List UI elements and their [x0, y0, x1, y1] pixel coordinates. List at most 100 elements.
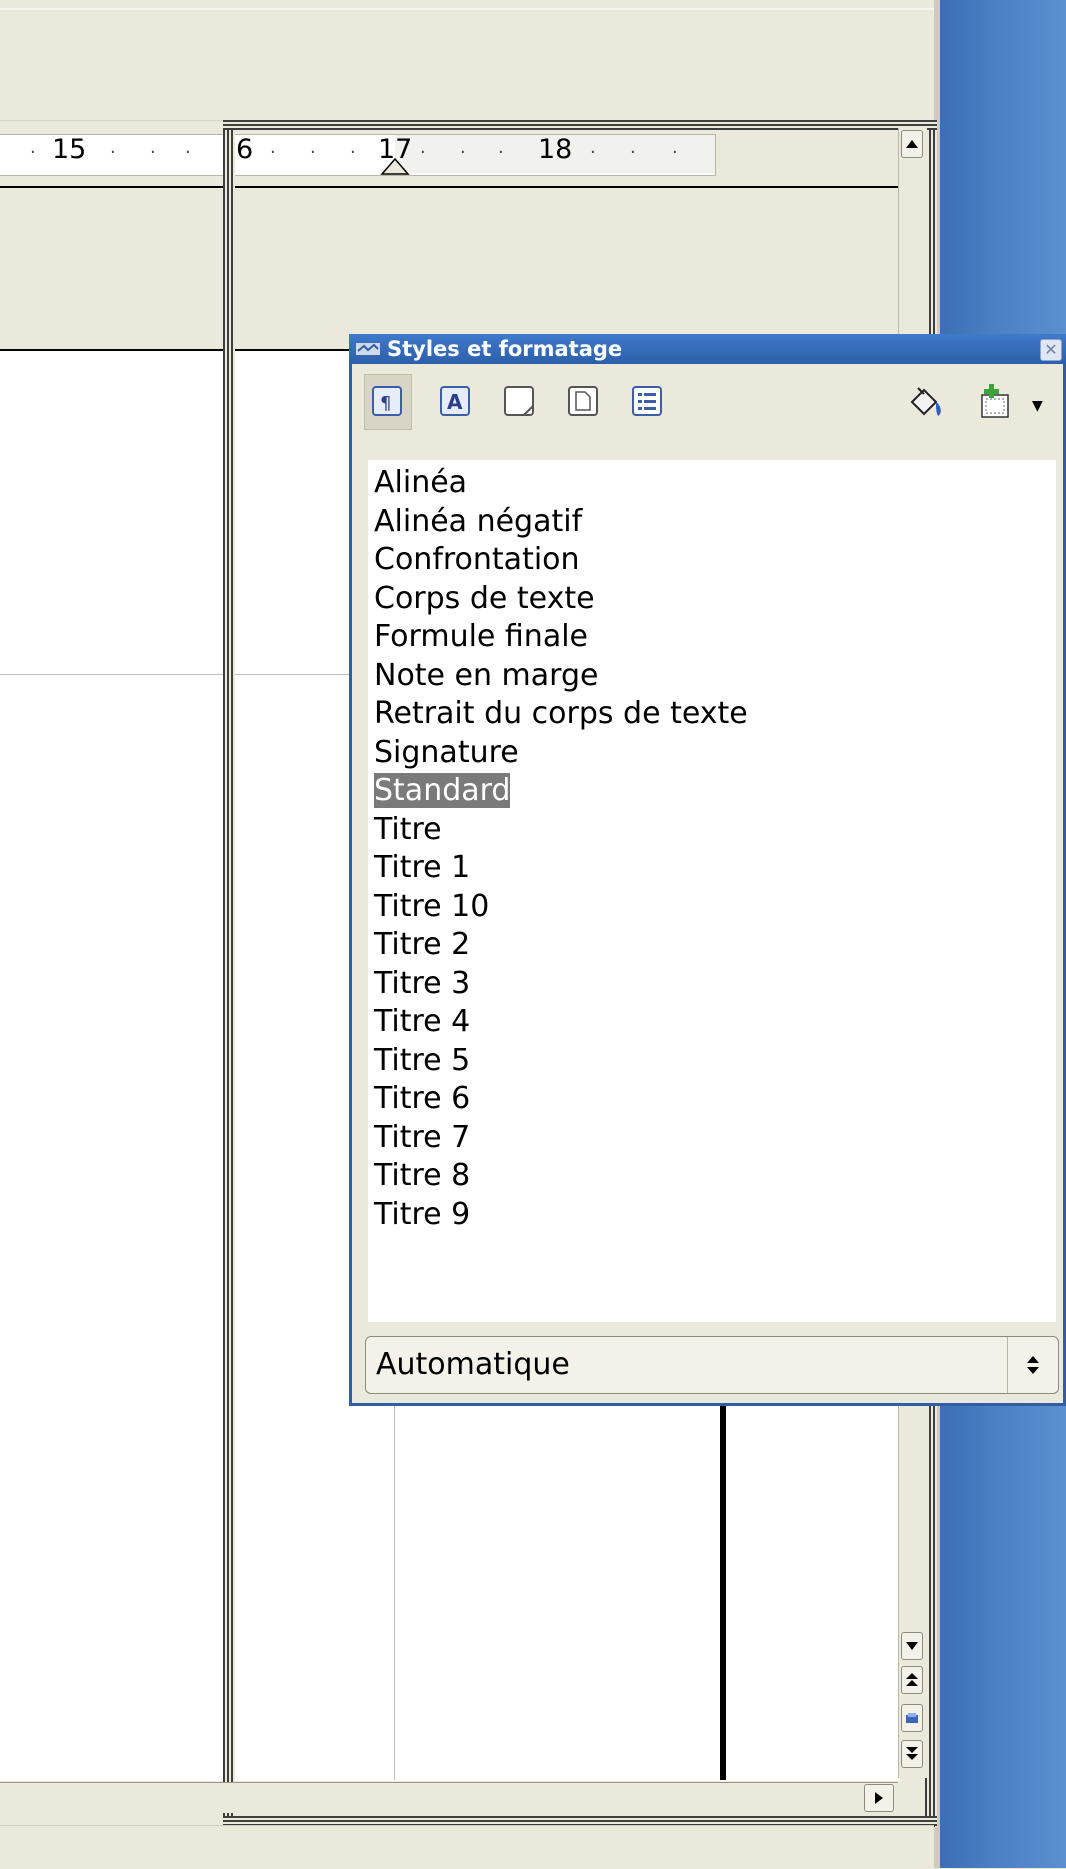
- page-header-margin: [0, 188, 900, 350]
- ruler-label-18: 18: [538, 134, 573, 165]
- style-list-item[interactable]: Titre 9: [374, 1196, 470, 1234]
- arrow-up-icon: [906, 140, 918, 148]
- style-list-item-label: Retrait du corps de texte: [374, 696, 748, 731]
- double-arrow-down-icon: [906, 1747, 918, 1760]
- ruler-dot: ·: [30, 142, 36, 163]
- style-list-item-label: Note en marge: [374, 657, 599, 693]
- style-list-item-label: Titre 9: [374, 1196, 471, 1232]
- style-list-item-label: Titre 6: [374, 1081, 471, 1116]
- style-list-item[interactable]: Titre 8: [374, 1157, 470, 1195]
- paint-bucket-icon: [910, 387, 941, 416]
- style-list-item[interactable]: Retrait du corps de texte: [374, 695, 748, 733]
- double-arrow-up-icon: [906, 1673, 918, 1686]
- split-frame-top[interactable]: [223, 120, 937, 130]
- style-list-item[interactable]: Standard: [374, 772, 511, 810]
- style-list-item-label: Standard: [374, 773, 511, 808]
- toolbar-highlight: [0, 8, 934, 10]
- style-list-item-label: Formule finale: [374, 619, 588, 654]
- ruler-dot: ·: [590, 142, 596, 163]
- style-list-item[interactable]: Titre 5: [374, 1042, 470, 1080]
- style-filter-value: Automatique: [376, 1347, 570, 1382]
- page-styles-button[interactable]: [560, 374, 608, 430]
- ruler-dot: ·: [630, 142, 636, 163]
- style-list-item[interactable]: Titre 2: [374, 926, 470, 964]
- character-styles-icon: A: [440, 386, 470, 416]
- svg-text:A: A: [447, 390, 463, 414]
- scroll-right-button[interactable]: [864, 1784, 894, 1812]
- style-list-item-label: Titre 5: [374, 1042, 471, 1078]
- split-frame-left[interactable]: [223, 122, 235, 1827]
- style-list-item-label: Alinéa: [374, 465, 468, 500]
- ruler-dot: ·: [460, 142, 466, 163]
- scroll-down-button[interactable]: [901, 1632, 923, 1660]
- style-list-item[interactable]: Alinéa: [374, 464, 467, 502]
- close-button[interactable]: ✕: [1040, 339, 1062, 361]
- styles-panel-titlebar[interactable]: Styles et formatage: [349, 334, 1066, 364]
- ruler-dot: ·: [270, 142, 276, 163]
- frame-styles-icon: [504, 386, 534, 416]
- style-list-item-label: Titre 4: [374, 1004, 471, 1039]
- ruler-dot: ·: [420, 142, 426, 163]
- dropdown-arrow-icon[interactable]: ▼: [1032, 398, 1043, 414]
- style-list-item[interactable]: Titre 7: [374, 1119, 470, 1157]
- right-indent-marker[interactable]: [380, 158, 410, 176]
- ruler-dot: ·: [498, 142, 504, 163]
- style-list-item[interactable]: Signature: [374, 734, 519, 772]
- next-page-button[interactable]: [901, 1740, 923, 1768]
- updown-arrow-icon: [1007, 1337, 1058, 1393]
- style-list-item[interactable]: Note en marge: [374, 657, 598, 695]
- style-list-item-label: Confrontation: [374, 542, 580, 577]
- status-bar: [0, 1825, 934, 1869]
- paragraph-styles-icon: ¶: [372, 386, 402, 416]
- frame-styles-button[interactable]: [496, 374, 544, 430]
- paragraph-styles-button[interactable]: ¶: [364, 374, 412, 430]
- previous-page-button[interactable]: [901, 1666, 923, 1694]
- ruler-label-16: 6: [236, 134, 254, 165]
- styles-panel-title: Styles et formatage: [387, 337, 623, 361]
- style-list-item-label: Titre: [374, 811, 442, 847]
- style-list-item-label: Titre 3: [374, 965, 471, 1001]
- style-list-item[interactable]: Titre 6: [374, 1080, 470, 1118]
- style-list-item[interactable]: Corps de texte: [374, 580, 595, 618]
- style-list-item-label: Titre 7: [374, 1119, 471, 1155]
- list-styles-icon: [632, 386, 662, 416]
- ruler-dot: ·: [185, 142, 191, 163]
- ruler-label-15: 15: [52, 134, 87, 165]
- ruler-dot: ·: [672, 142, 678, 163]
- style-list-item-label: Titre 2: [374, 927, 471, 962]
- style-list-item-label: Signature: [374, 734, 519, 770]
- new-style-from-selection-button[interactable]: [968, 374, 1024, 430]
- style-list-item-label: Titre 1: [374, 850, 471, 885]
- style-list-item-label: Corps de texte: [374, 580, 595, 616]
- ruler-dot: ·: [110, 142, 116, 163]
- page-styles-icon: [568, 386, 598, 416]
- scroll-up-button[interactable]: [901, 130, 923, 158]
- character-styles-button[interactable]: A: [432, 374, 480, 430]
- fill-format-mode-button[interactable]: [902, 374, 950, 430]
- styles-panel-icon: [356, 343, 380, 355]
- style-list[interactable]: Alinéa Alinéa négatif Confrontation Corps d…: [368, 460, 1056, 1322]
- style-list-item[interactable]: Titre 4: [374, 1003, 470, 1041]
- list-styles-button[interactable]: [624, 374, 672, 430]
- style-list-item[interactable]: Titre 10: [374, 888, 489, 926]
- close-icon: ✕: [1044, 340, 1058, 359]
- style-list-item[interactable]: Confrontation: [374, 541, 580, 579]
- style-list-item[interactable]: Titre 3: [374, 965, 470, 1003]
- arrow-right-icon: [875, 1792, 883, 1804]
- style-list-item-label: Titre 8: [374, 1158, 471, 1193]
- navigator-button[interactable]: [901, 1704, 923, 1732]
- style-list-item[interactable]: Alinéa négatif: [374, 503, 582, 541]
- ruler-dot: ·: [310, 142, 316, 163]
- style-list-item-label: Alinéa négatif: [374, 503, 583, 539]
- new-style-icon: [981, 384, 1009, 418]
- ruler-dot: ·: [150, 142, 156, 163]
- text-boundary-line: [394, 1380, 395, 1780]
- arrow-down-icon: [906, 1642, 918, 1650]
- toolbar-area: [0, 0, 934, 121]
- style-list-item[interactable]: Titre 1: [374, 849, 470, 887]
- page-right-edge: [720, 1400, 726, 1780]
- horizontal-scrollbar[interactable]: [0, 1782, 898, 1813]
- style-list-item[interactable]: Formule finale: [374, 618, 588, 656]
- style-filter-select[interactable]: Automatique: [365, 1336, 1059, 1394]
- style-list-item[interactable]: Titre: [374, 811, 442, 849]
